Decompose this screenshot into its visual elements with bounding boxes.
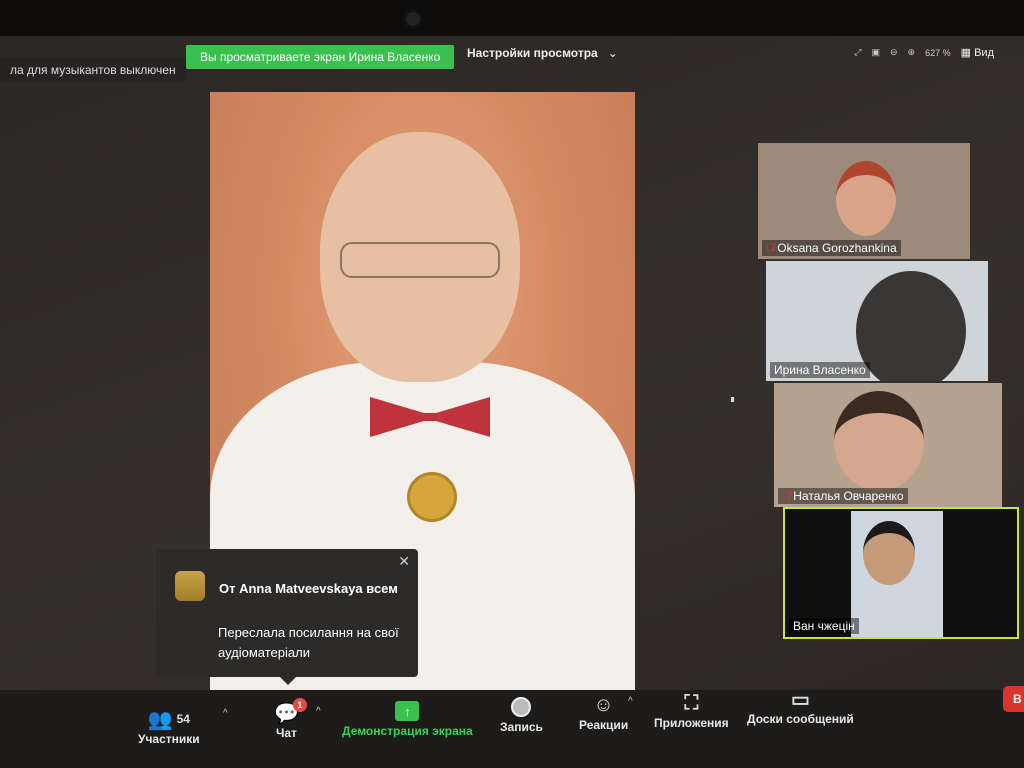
zoom-level: 627 % <box>925 47 951 58</box>
grid-icon: ▦ <box>960 47 972 59</box>
participant-video <box>834 391 924 491</box>
reactions-label: Реакции <box>579 718 629 732</box>
fit-icon[interactable]: ▣ <box>871 47 880 58</box>
participants-label: Участники <box>138 732 200 746</box>
chat-caret-icon[interactable]: ^ <box>316 706 321 717</box>
sender-avatar <box>175 571 205 601</box>
chevron-down-icon: ⌄ <box>607 46 618 60</box>
apps-icon: ⛶ <box>684 691 699 714</box>
laptop-bezel <box>0 0 1024 38</box>
participant-tile-active-speaker[interactable]: Ван чжецін <box>783 507 1019 639</box>
chat-message: Переслала посилання на свої аудіоматеріа… <box>218 625 399 660</box>
view-label: Вид <box>974 47 994 59</box>
participants-count: 54 <box>176 712 190 726</box>
participant-tile[interactable]: 🎙̸ Oksana Gorozhankina <box>758 143 970 259</box>
participant-name: Ван чжецін <box>793 619 855 633</box>
music-mode-notice: ла для музыкантов выключен <box>0 58 186 82</box>
record-icon <box>511 697 532 717</box>
participant-video <box>836 161 896 236</box>
participant-tile[interactable]: Ирина Власенко <box>766 261 988 381</box>
view-settings-menu[interactable]: Настройки просмотра ⌄ <box>467 46 618 60</box>
mic-muted-icon: 🎙̸ <box>766 242 775 254</box>
end-meeting-button[interactable]: В <box>1003 686 1024 712</box>
chat-badge: 1 <box>292 698 307 712</box>
whiteboards-button[interactable]: ▭ Доски сообщений <box>747 686 854 727</box>
fullscreen-icon[interactable]: ⤢ <box>854 47 861 58</box>
share-arrow-icon: ↑ <box>395 701 420 721</box>
record-label: Запись <box>500 720 543 734</box>
reactions-icon: ☺ <box>593 693 614 716</box>
participants-button[interactable]: 👥 54 Участники <box>138 706 200 747</box>
participant-face <box>863 521 915 585</box>
mic-muted-icon: 🎙̸ <box>782 490 791 502</box>
view-settings-label: Настройки просмотра <box>467 46 598 60</box>
close-icon[interactable]: ✕ <box>398 553 410 570</box>
participant-name: Наталья Овчаренко <box>793 489 904 503</box>
record-button[interactable]: Запись <box>500 694 543 734</box>
reactions-button[interactable]: ☺ Реакции <box>579 692 629 733</box>
chat-label: Чат <box>275 726 297 740</box>
view-button[interactable]: ▦ Вид <box>961 46 994 59</box>
zoom-out-icon[interactable]: ⊖ <box>890 47 898 58</box>
whiteboard-icon: ▭ <box>790 688 810 711</box>
share-label: Демонстрация экрана <box>342 724 473 738</box>
portrait-glasses <box>340 242 500 278</box>
participant-name: Ирина Власенко <box>774 363 866 377</box>
chat-button[interactable]: 💬 1 Чат <box>274 698 307 740</box>
portrait-medal <box>407 472 457 522</box>
apps-button[interactable]: ⛶ Приложения <box>654 690 729 731</box>
viewing-screen-banner: Вы просматриваете экран Ирина Власенко <box>186 45 455 69</box>
participant-video <box>856 271 966 381</box>
chat-notification[interactable]: ✕ От Anna Matveevskaya всем Переслала по… <box>156 549 418 685</box>
view-tools: ⤢ ▣ ⊖ ⊕ 627 % ▦ Вид <box>854 46 994 59</box>
reactions-caret-icon[interactable]: ^ <box>628 696 633 707</box>
participant-tile[interactable]: 🎙̸ Наталья Овчаренко <box>774 383 1002 507</box>
meeting-toolbar: 👥 54 Участники ^ 💬 1 Чат ^ ↑ Демонстрация … <box>0 689 1024 768</box>
apps-label: Приложения <box>654 716 729 730</box>
participants-caret-icon[interactable]: ^ <box>223 708 228 719</box>
participants-icon: 👥 <box>147 708 173 731</box>
mouse-cursor <box>731 397 734 402</box>
zoom-in-icon[interactable]: ⊕ <box>908 47 916 58</box>
webcam <box>403 9 423 29</box>
chat-sender: От Anna Matveevskaya всем <box>219 581 398 596</box>
share-screen-button[interactable]: ↑ Демонстрация экрана <box>342 698 473 738</box>
participant-name: Oksana Gorozhankina <box>777 241 897 255</box>
whiteboards-label: Доски сообщений <box>747 712 854 726</box>
